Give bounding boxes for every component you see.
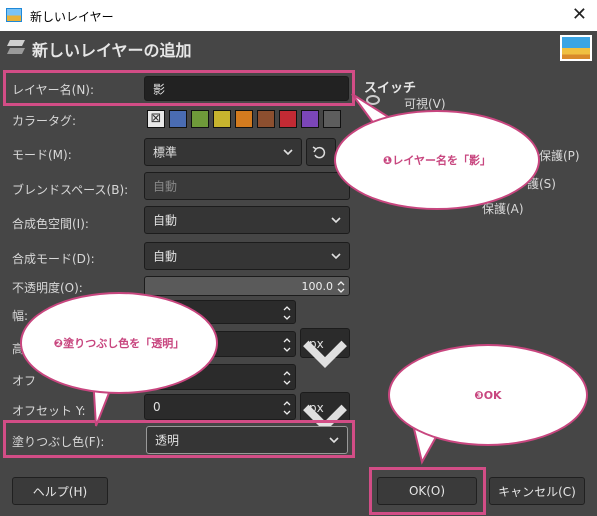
offset-unit-value: px [309, 401, 324, 415]
spin-arrows-icon[interactable] [282, 303, 292, 323]
offset-x-label: オフ [12, 374, 37, 388]
color-tag-swatch[interactable] [169, 110, 187, 128]
opacity-label: 不透明度(O): [12, 281, 83, 295]
opacity-slider[interactable]: 100.0 [144, 276, 350, 296]
image-thumbnail [560, 35, 592, 61]
color-tag-swatch[interactable] [301, 110, 319, 128]
blend-space-select[interactable]: 自動 [144, 172, 350, 200]
mode-value: 標準 [153, 145, 178, 160]
spin-arrows-icon[interactable] [282, 334, 292, 356]
spin-arrows-icon[interactable] [282, 367, 292, 389]
mode-select[interactable]: 標準 [144, 138, 302, 166]
color-tag-swatch[interactable] [213, 110, 231, 128]
spin-arrows-icon[interactable] [336, 279, 346, 295]
composite-mode-label: 合成モード(D): [12, 252, 95, 266]
color-tag-swatch[interactable] [279, 110, 297, 128]
window-titlebar: 新しいレイヤー ✕ [0, 0, 597, 31]
chevron-down-icon [283, 149, 293, 156]
gimp-app-icon [6, 8, 22, 22]
offset-y-value: 0 [153, 400, 161, 414]
help-button[interactable]: ヘルプ(H) [12, 477, 108, 505]
close-icon[interactable]: ✕ [572, 4, 587, 26]
offset-y-input[interactable]: 0 [144, 394, 296, 420]
ok-highlight [369, 467, 486, 515]
fill-highlight [3, 420, 355, 458]
offset-y-label: オフセット Y: [12, 404, 86, 418]
layer-name-highlight [3, 70, 355, 106]
spin-arrows-icon[interactable] [282, 397, 292, 419]
blend-space-value: 自動 [153, 179, 178, 194]
color-tag-label: カラータグ: [12, 114, 77, 128]
opacity-value: 100.0 [301, 280, 334, 293]
composite-space-label: 合成色空間(I): [12, 217, 89, 231]
composite-space-select[interactable]: 自動 [144, 206, 350, 234]
mode-reset-button[interactable] [306, 138, 336, 166]
color-tag-swatch[interactable] [257, 110, 275, 128]
offset-unit-select[interactable]: px [300, 392, 350, 433]
size-unit-value: px [309, 337, 324, 351]
window-title: 新しいレイヤー [30, 10, 114, 24]
chevron-down-icon [331, 253, 341, 260]
mode-label: モード(M): [12, 148, 72, 162]
dialog-heading: 新しいレイヤーの追加 [32, 41, 192, 60]
blend-space-label: ブレンドスペース(B): [12, 183, 129, 197]
chevron-down-icon [331, 217, 341, 224]
dialog-header: 新しいレイヤーの追加 [0, 31, 597, 66]
callout-step3: ❸OK [388, 344, 588, 446]
color-tag-none[interactable]: ⊠ [147, 110, 165, 128]
color-tag-swatch[interactable] [235, 110, 253, 128]
layer-icon [7, 40, 25, 54]
composite-space-value: 自動 [153, 213, 178, 228]
cancel-button[interactable]: キャンセル(C) [489, 477, 585, 505]
composite-mode-select[interactable]: 自動 [144, 242, 350, 270]
undo-icon [312, 146, 326, 159]
color-tag-swatch[interactable] [191, 110, 209, 128]
callout-step1: ❶レイヤー名を「影」 [334, 110, 540, 210]
size-unit-select[interactable]: px [300, 328, 350, 369]
width-label: 幅: [12, 309, 29, 323]
composite-mode-value: 自動 [153, 249, 178, 264]
callout-step2: ❷塗りつぶし色を「透明」 [20, 292, 218, 394]
